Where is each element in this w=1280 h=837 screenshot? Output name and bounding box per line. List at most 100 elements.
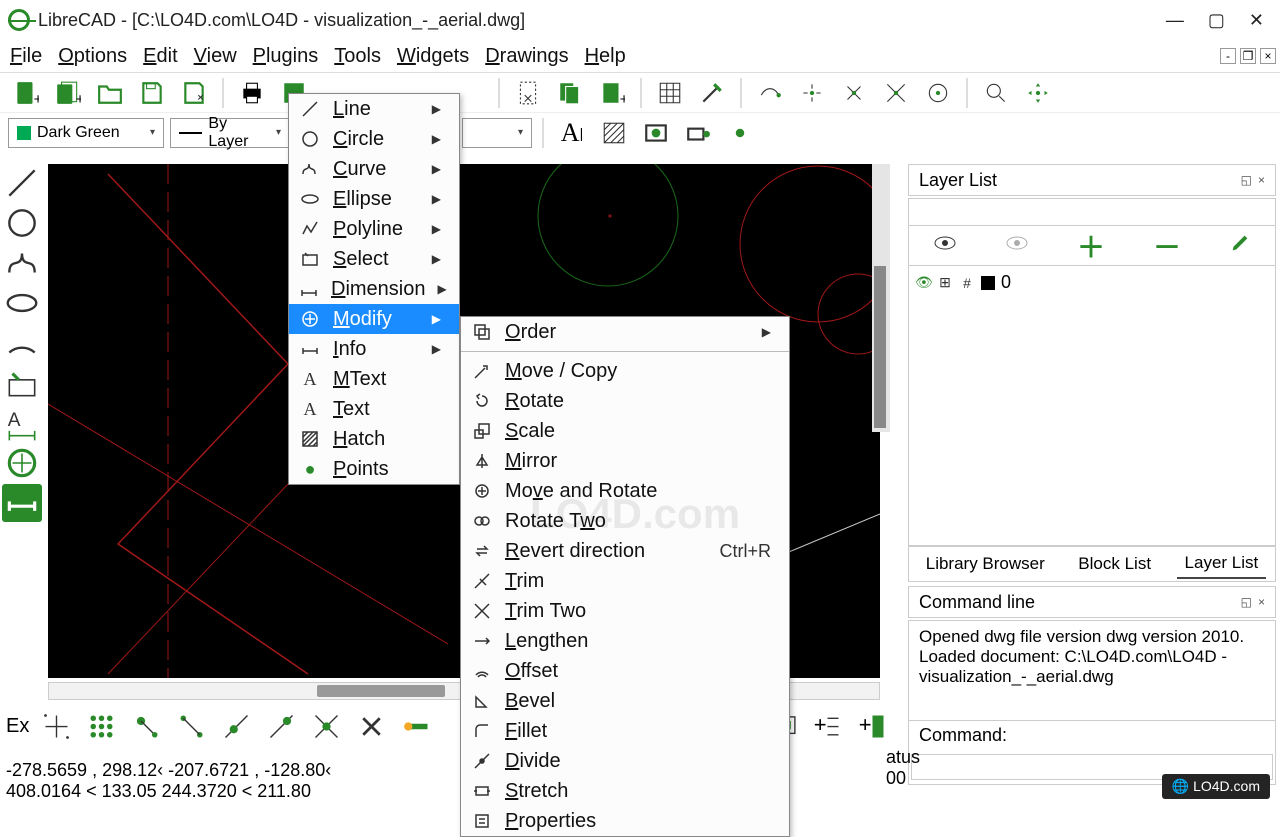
lineweight-combo[interactable]: ▾ — [462, 118, 532, 148]
snap-cross-button[interactable] — [309, 709, 344, 743]
copy-button[interactable] — [552, 76, 588, 110]
text-tool-button[interactable]: A| — [554, 116, 590, 150]
menu-item-bevel[interactable]: Bevel — [461, 686, 789, 716]
menu-item-fillet[interactable]: Fillet — [461, 716, 789, 746]
dimension-tool-button[interactable]: A — [2, 404, 42, 442]
modify-tool-button[interactable] — [2, 444, 42, 482]
layer-search-input[interactable] — [908, 198, 1276, 226]
snap-color-button[interactable] — [399, 709, 434, 743]
circle-tool-button[interactable] — [2, 204, 42, 242]
menu-item-rotate-two[interactable]: Rotate Two — [461, 506, 789, 536]
tab-layer-list[interactable]: Layer List — [1177, 549, 1267, 579]
menu-item-mirror[interactable]: Mirror — [461, 446, 789, 476]
subwindow-restore-button[interactable]: ❐ — [1240, 48, 1256, 64]
menu-help[interactable]: Help — [585, 45, 626, 68]
snap-midpoint-button[interactable] — [836, 76, 872, 110]
snap-x-button[interactable] — [354, 709, 389, 743]
menu-item-circle[interactable]: Circle▶ — [289, 124, 459, 154]
point-tool-button[interactable] — [722, 116, 758, 150]
menu-item-polyline[interactable]: Polyline▶ — [289, 214, 459, 244]
close-panel-button[interactable]: × — [1258, 173, 1265, 187]
line-tool-button[interactable] — [2, 164, 42, 202]
paste-button[interactable]: + — [594, 76, 630, 110]
minimize-button[interactable]: — — [1166, 10, 1184, 31]
menu-item-lengthen[interactable]: Lengthen — [461, 626, 789, 656]
menu-item-order[interactable]: Order▶ — [461, 317, 789, 347]
grid-button[interactable] — [652, 76, 688, 110]
menu-options[interactable]: Options — [58, 45, 127, 68]
menu-file[interactable]: File — [10, 45, 42, 68]
menu-item-hatch[interactable]: Hatch — [289, 424, 459, 454]
remove-layer-button[interactable]: － — [1153, 226, 1181, 266]
save-as-button[interactable] — [176, 76, 212, 110]
zoom-button[interactable] — [978, 76, 1014, 110]
tab-library-browser[interactable]: Library Browser — [918, 550, 1053, 578]
add-layer2-button[interactable]: + — [855, 709, 890, 743]
undock-button[interactable]: ◱ — [1241, 595, 1252, 609]
menu-item-curve[interactable]: Curve▶ — [289, 154, 459, 184]
menu-tools[interactable]: Tools — [334, 45, 381, 68]
menu-item-move-copy[interactable]: Move / Copy — [461, 356, 789, 386]
layer-row[interactable]: 👁 ⊞ # 0 — [915, 272, 1269, 293]
menu-item-trim-two[interactable]: Trim Two — [461, 596, 789, 626]
menu-widgets[interactable]: Widgets — [397, 45, 469, 68]
snap-intersection-button[interactable] — [878, 76, 914, 110]
show-all-layers-button[interactable] — [933, 234, 957, 258]
undock-button[interactable]: ◱ — [1241, 173, 1252, 187]
menu-item-points[interactable]: ●Points — [289, 454, 459, 484]
menu-item-trim[interactable]: Trim — [461, 566, 789, 596]
new-file-button[interactable]: + — [8, 76, 44, 110]
snap-free-button[interactable] — [752, 76, 788, 110]
add-list-button[interactable]: + — [810, 709, 845, 743]
menu-item-offset[interactable]: Offset — [461, 656, 789, 686]
snap-node2-button[interactable] — [174, 709, 209, 743]
menu-item-ellipse[interactable]: Ellipse▶ — [289, 184, 459, 214]
menu-item-modify[interactable]: Modify▶ — [289, 304, 459, 334]
hatch-tool-button[interactable] — [596, 116, 632, 150]
menu-item-stretch[interactable]: Stretch — [461, 776, 789, 806]
linetype-combo[interactable]: By Layer ▾ — [170, 118, 290, 148]
menu-item-scale[interactable]: Scale — [461, 416, 789, 446]
maximize-button[interactable]: ▢ — [1208, 10, 1225, 31]
snap-grid-button[interactable] — [39, 709, 74, 743]
menu-item-move-and-rotate[interactable]: Move and Rotate — [461, 476, 789, 506]
ellipse-tool-button[interactable] — [2, 284, 42, 322]
select-tool-button[interactable] — [2, 364, 42, 402]
menu-item-properties[interactable]: Properties — [461, 806, 789, 836]
menu-item-text[interactable]: AText — [289, 394, 459, 424]
menu-item-info[interactable]: Info▶ — [289, 334, 459, 364]
image-tool-button[interactable] — [638, 116, 674, 150]
info-tool-button[interactable] — [2, 484, 42, 522]
add-layer-button[interactable]: ＋ — [1077, 226, 1105, 266]
block-tool-button[interactable] — [680, 116, 716, 150]
snap-center-button[interactable] — [920, 76, 956, 110]
save-button[interactable] — [134, 76, 170, 110]
vertical-scrollbar[interactable] — [872, 164, 890, 432]
pan-button[interactable] — [1020, 76, 1056, 110]
close-button[interactable]: ✕ — [1249, 10, 1264, 31]
hide-all-layers-button[interactable] — [1005, 234, 1029, 258]
menu-view[interactable]: View — [194, 45, 237, 68]
snap-endpoint-button[interactable] — [794, 76, 830, 110]
curve-tool-button[interactable] — [2, 244, 42, 282]
menu-item-divide[interactable]: Divide — [461, 746, 789, 776]
arc-tool-button[interactable] — [2, 324, 42, 362]
menu-edit[interactable]: Edit — [143, 45, 177, 68]
layer-list[interactable]: 👁 ⊞ # 0 — [908, 266, 1276, 546]
draft-mode-button[interactable] — [694, 76, 730, 110]
menu-plugins[interactable]: Plugins — [253, 45, 319, 68]
menu-item-revert-direction[interactable]: Revert directionCtrl+R — [461, 536, 789, 566]
menu-item-line[interactable]: Line▶ — [289, 94, 459, 124]
subwindow-close-button[interactable]: × — [1260, 48, 1276, 64]
menu-drawings[interactable]: Drawings — [485, 45, 568, 68]
print-button[interactable] — [234, 76, 270, 110]
menu-item-mtext[interactable]: AMText — [289, 364, 459, 394]
snap-node4-button[interactable] — [264, 709, 299, 743]
close-panel-button[interactable]: × — [1258, 595, 1265, 609]
cut-button[interactable] — [510, 76, 546, 110]
menu-item-rotate[interactable]: Rotate — [461, 386, 789, 416]
menu-item-dimension[interactable]: Dimension▶ — [289, 274, 459, 304]
color-combo[interactable]: Dark Green ▾ — [8, 118, 164, 148]
snap-dots-button[interactable] — [84, 709, 119, 743]
subwindow-minimize-button[interactable]: - — [1220, 48, 1236, 64]
